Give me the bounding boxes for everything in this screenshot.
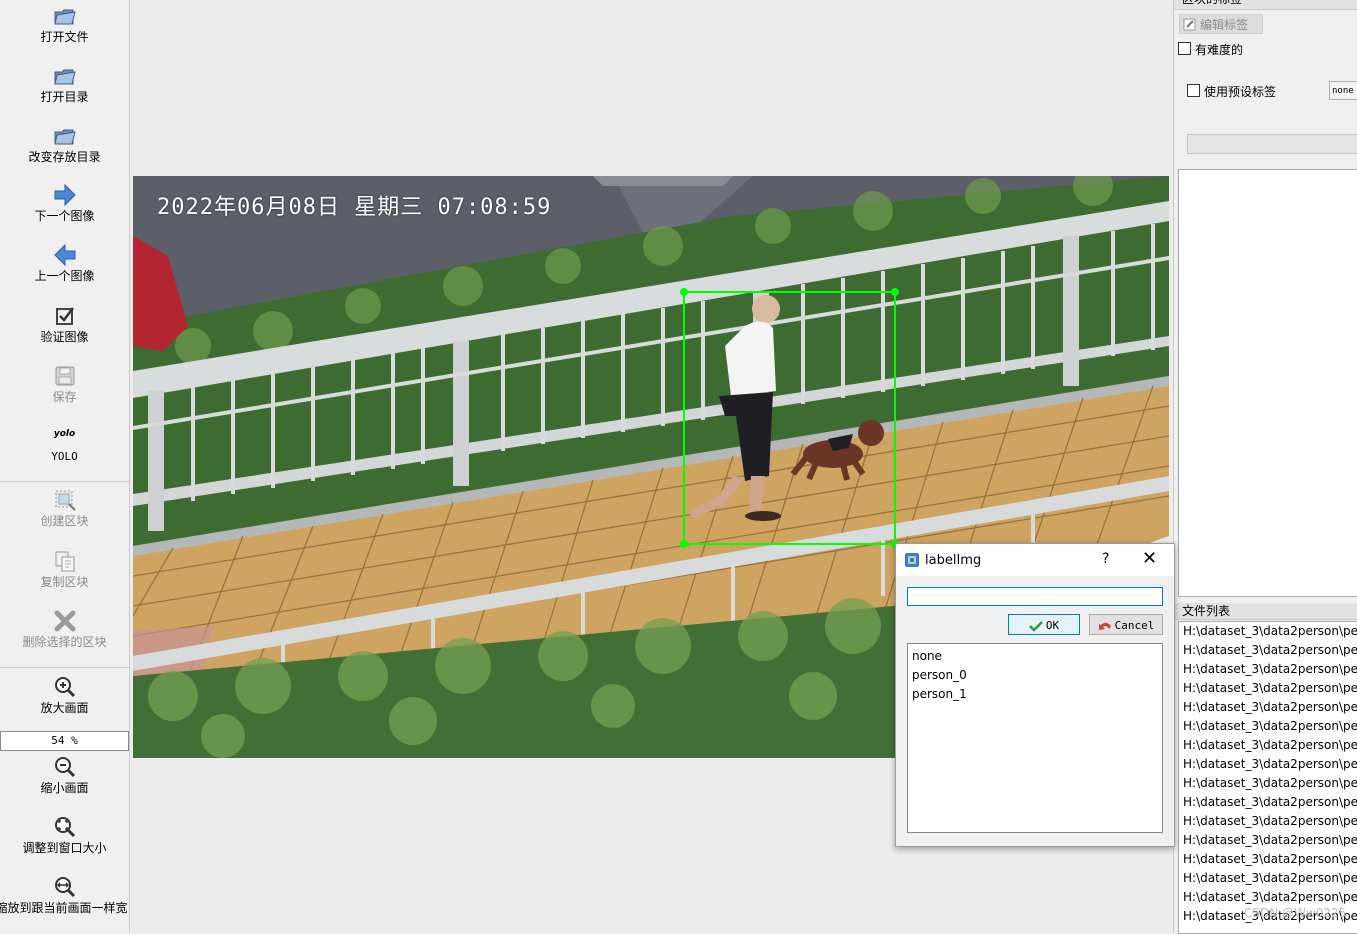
- open-file-icon: [53, 9, 76, 25]
- verify-image-button[interactable]: 验证图像: [0, 304, 129, 344]
- file-list-item[interactable]: H:\dataset_3\data2person\pe: [1179, 774, 1357, 793]
- zoom-in-button[interactable]: 放大画面: [0, 675, 129, 715]
- change-save-dir-label: 改变存放目录: [28, 150, 101, 164]
- file-list-item[interactable]: H:\dataset_3\data2person\pe: [1179, 736, 1357, 755]
- delete-box-icon: [54, 610, 75, 632]
- dialog-title: labelImg: [925, 553, 982, 568]
- difficult-label: 有难度的: [1195, 43, 1244, 57]
- ok-button[interactable]: OK: [1008, 614, 1080, 635]
- edit-label-button[interactable]: 编辑标签: [1179, 14, 1263, 34]
- zoom-out-icon: [54, 757, 75, 778]
- edit-label-text: 编辑标签: [1200, 18, 1249, 32]
- save-icon: [55, 366, 74, 386]
- label-text-input[interactable]: [907, 587, 1163, 606]
- fit-window-icon: [54, 817, 75, 838]
- next-image-label: 下一个图像: [34, 209, 95, 223]
- labels-dock-title: 区块的标签: [1174, 0, 1357, 10]
- left-toolbar: 打开文件 打开目录 改变存放目录 下一个图像 上一个图像 验证图像 保存 yol…: [0, 0, 130, 932]
- dialog-titlebar[interactable]: labelImg ? ✕: [896, 544, 1174, 576]
- copy-box-label: 复制区块: [40, 575, 89, 589]
- default-label-input[interactable]: none: [1329, 81, 1357, 100]
- create-box-button[interactable]: 创建区块: [0, 488, 129, 528]
- cancel-button[interactable]: Cancel: [1089, 614, 1163, 635]
- use-default-label-checkbox[interactable]: [1187, 84, 1200, 97]
- open-dir-label: 打开目录: [40, 90, 89, 104]
- file-list-title: 文件列表: [1174, 603, 1357, 620]
- file-list-item[interactable]: H:\dataset_3\data2person\pe: [1179, 888, 1357, 907]
- file-list-item[interactable]: H:\dataset_3\data2person\pe: [1179, 793, 1357, 812]
- close-icon[interactable]: ✕: [1142, 548, 1157, 569]
- change-save-dir-button[interactable]: 改变存放目录: [0, 124, 129, 164]
- label-history-list[interactable]: none person_0 person_1: [907, 643, 1163, 833]
- prev-image-button[interactable]: 上一个图像: [0, 243, 129, 283]
- file-list-item[interactable]: H:\dataset_3\data2person\pe: [1179, 850, 1357, 869]
- label-history-item[interactable]: person_1: [908, 685, 1162, 704]
- copy-box-icon: [55, 551, 74, 572]
- file-list-item[interactable]: H:\dataset_3\data2person\pe: [1179, 831, 1357, 850]
- zoom-in-label: 放大画面: [40, 701, 89, 715]
- checkmark-icon: [1028, 621, 1043, 632]
- next-image-button[interactable]: 下一个图像: [0, 183, 129, 223]
- next-image-icon: [54, 183, 76, 207]
- camera-timestamp: 2022年06月08日 星期三 07:08:59: [157, 195, 552, 220]
- prev-image-label: 上一个图像: [34, 269, 95, 283]
- file-list-item[interactable]: H:\dataset_3\data2person\pe: [1179, 869, 1357, 888]
- difficult-checkbox[interactable]: [1178, 42, 1191, 55]
- file-list-item[interactable]: H:\dataset_3\data2person\pe: [1179, 755, 1357, 774]
- open-dir-icon: [53, 69, 76, 85]
- box-label-list[interactable]: [1178, 169, 1357, 597]
- file-list-item[interactable]: H:\dataset_3\data2person\pe: [1179, 698, 1357, 717]
- yolo-format-button[interactable]: yolo YOLO: [0, 424, 129, 464]
- file-list-item[interactable]: H:\dataset_3\data2person\pe: [1179, 717, 1357, 736]
- file-list-item[interactable]: H:\dataset_3\data2person\pe: [1179, 622, 1357, 641]
- fit-window-label: 调整到窗口大小: [22, 841, 107, 855]
- save-label: 保存: [52, 390, 77, 404]
- fit-width-label: 缩放到跟当前画面一样宽: [0, 901, 128, 915]
- open-dir-button[interactable]: 打开目录: [0, 64, 129, 104]
- pencil-icon: [1183, 18, 1196, 31]
- label-dialog: labelImg ? ✕ OK Cancel none person_0 per…: [895, 543, 1175, 847]
- help-icon[interactable]: ?: [1102, 551, 1109, 567]
- fit-window-button[interactable]: 调整到窗口大小: [0, 815, 129, 855]
- change-save-dir-icon: [53, 129, 76, 145]
- undo-arrow-icon: [1098, 622, 1111, 630]
- right-dock-panel: 区块的标签 编辑标签 有难度的 使用预设标签 none 文件列表 H:\data…: [1173, 0, 1357, 934]
- label-history-item[interactable]: none: [908, 647, 1162, 666]
- save-button[interactable]: 保存: [0, 364, 129, 404]
- create-box-label: 创建区块: [40, 514, 89, 528]
- yolo-format-icon: yolo: [53, 429, 76, 439]
- delete-box-button[interactable]: 删除选择的区块: [0, 609, 129, 649]
- verify-image-icon: [55, 307, 74, 325]
- zoom-in-icon: [54, 677, 75, 698]
- zoom-spinbox[interactable]: 54 %: [0, 731, 129, 751]
- zoom-out-button[interactable]: 缩小画面: [0, 755, 129, 795]
- create-box-icon: [55, 490, 76, 511]
- prev-image-icon: [53, 243, 75, 267]
- fit-width-button[interactable]: 缩放到跟当前画面一样宽: [0, 875, 129, 915]
- watermark: CSDN @Ww0225: [1244, 906, 1347, 920]
- ok-label: OK: [1045, 619, 1060, 632]
- toolbar-separator: [0, 667, 129, 668]
- label-filter-combobox[interactable]: [1187, 134, 1357, 154]
- labelimg-app-icon: [905, 553, 919, 567]
- fit-width-icon: [54, 877, 75, 898]
- use-default-label-text: 使用预设标签: [1204, 85, 1277, 99]
- verify-image-label: 验证图像: [40, 330, 89, 344]
- toolbar-separator: [0, 481, 129, 482]
- yolo-format-label: YOLO: [51, 450, 78, 463]
- open-file-label: 打开文件: [40, 30, 89, 44]
- file-list-item[interactable]: H:\dataset_3\data2person\pe: [1179, 679, 1357, 698]
- zoom-out-label: 缩小画面: [40, 781, 89, 795]
- file-list[interactable]: H:\dataset_3\data2person\pe H:\dataset_3…: [1178, 621, 1357, 934]
- cancel-label: Cancel: [1114, 619, 1155, 632]
- file-list-item[interactable]: H:\dataset_3\data2person\pe: [1179, 641, 1357, 660]
- delete-box-label: 删除选择的区块: [22, 635, 107, 649]
- open-file-button[interactable]: 打开文件: [0, 4, 129, 44]
- label-history-item[interactable]: person_0: [908, 666, 1162, 685]
- file-list-item[interactable]: H:\dataset_3\data2person\pe: [1179, 812, 1357, 831]
- copy-box-button[interactable]: 复制区块: [0, 549, 129, 589]
- file-list-item[interactable]: H:\dataset_3\data2person\pe: [1179, 660, 1357, 679]
